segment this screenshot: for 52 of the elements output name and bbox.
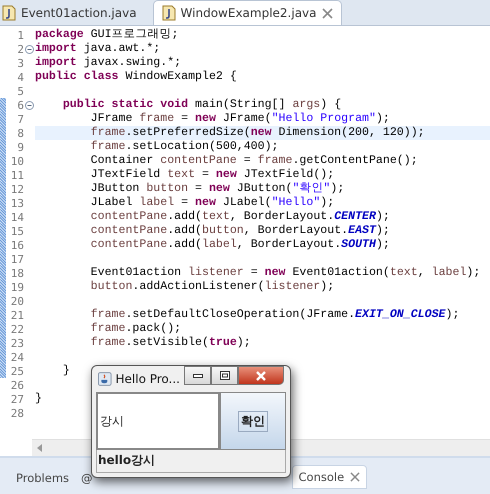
- code-line: JLabel label = new JLabel("Hello");: [90, 196, 334, 210]
- line-number: 26: [10, 378, 24, 392]
- code-line: JFrame frame = new JFrame("Hello Program");: [90, 112, 390, 126]
- line-number: 27: [10, 392, 24, 406]
- line-number: 10: [10, 154, 24, 168]
- code-line: frame.setLocation(500,400);: [90, 140, 279, 154]
- code-line: Event01action listener = new Event01action(text, label);: [90, 266, 480, 280]
- code-line: public class WindowExample2 {: [35, 70, 237, 84]
- line-number: 4: [16, 70, 24, 84]
- code-line: import java.awt.*;: [35, 42, 160, 56]
- line-number: 1: [16, 28, 24, 42]
- line-number: 11: [10, 168, 24, 182]
- line-number: 8: [16, 126, 24, 140]
- line-number: 14: [10, 210, 24, 224]
- line-number: 28: [10, 406, 24, 420]
- line-number: 16: [10, 238, 24, 252]
- line-number: 17: [10, 252, 24, 266]
- line-number: 12: [10, 182, 24, 196]
- code-line: contentPane.add(label, BorderLayout.SOUTH);: [90, 238, 390, 252]
- code-line: frame.pack();: [90, 322, 182, 336]
- line-number: 3: [16, 56, 24, 70]
- window-title: Hello Pro...: [116, 372, 180, 386]
- code-line: }: [35, 392, 42, 406]
- code-line: frame.setDefaultCloseOperation(JFrame.EXIT_ON_CLOSE);: [90, 308, 460, 322]
- line-number: 9: [16, 140, 24, 154]
- line-number: 19: [10, 280, 24, 294]
- code-line: package GUI프로그래밍;: [35, 28, 179, 42]
- line-number: 13: [10, 196, 24, 210]
- line-number: 25: [10, 364, 24, 378]
- code-line: frame.setVisible(true);: [90, 336, 251, 350]
- code-line: button.addActionListener(listener);: [90, 280, 334, 294]
- code-line: Container contentPane = frame.getContentPane();: [90, 154, 418, 168]
- line-number: 24: [10, 350, 24, 364]
- line-number: 20: [10, 294, 24, 308]
- code-line: contentPane.add(text, BorderLayout.CENTER);: [90, 210, 390, 224]
- line-number: 5: [16, 84, 24, 98]
- code-line: frame.setPreferredSize(new Dimension(200, 120));: [90, 126, 425, 140]
- code-line: }: [62, 364, 70, 378]
- line-number: 6: [16, 98, 24, 112]
- line-number: 7: [16, 112, 24, 126]
- line-number: 2: [16, 42, 24, 56]
- code-line: JTextField text = new JTextField();: [90, 168, 334, 182]
- code-line: contentPane.add(button, BorderLayout.EAST);: [90, 224, 390, 238]
- line-number: 18: [10, 266, 24, 280]
- line-number: 22: [10, 322, 24, 336]
- code-line: JButton button = new JButton("확인");: [90, 182, 344, 196]
- line-number: 21: [10, 308, 24, 322]
- result-label: hello강시: [96, 450, 286, 473]
- code-line: import javax.swing.*;: [35, 56, 182, 70]
- code-line: public static void main(String[] args) {: [62, 98, 342, 112]
- line-number: 23: [10, 336, 24, 350]
- line-number: 15: [10, 224, 24, 238]
